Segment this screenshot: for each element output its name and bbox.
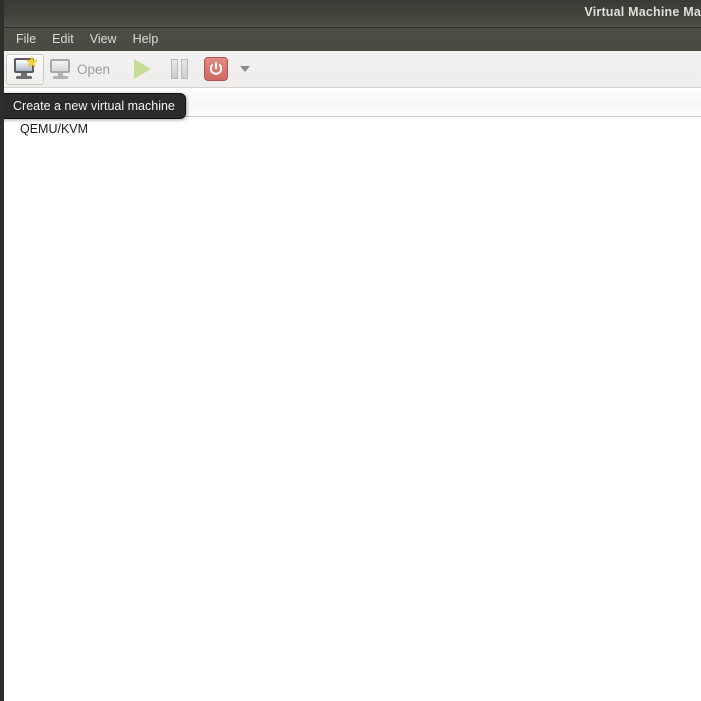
new-vm-button[interactable]: ★: [6, 53, 44, 85]
screen: Virtual Machine Ma File Edit View Help ★: [0, 0, 701, 701]
shutdown-button[interactable]: [199, 54, 233, 85]
monitor-star-icon: ★: [13, 55, 38, 80]
tooltip-text: Create a new virtual machine: [13, 99, 175, 113]
virt-manager-window: Virtual Machine Ma File Edit View Help ★: [4, 0, 701, 701]
play-icon: [134, 59, 152, 79]
window-titlebar: Virtual Machine Ma: [4, 0, 701, 28]
shutdown-menu-button[interactable]: [235, 54, 255, 85]
vm-list: Name QEMU/KVM: [4, 88, 701, 701]
list-item-label: QEMU/KVM: [20, 122, 89, 136]
run-button[interactable]: [125, 54, 160, 85]
menu-edit[interactable]: Edit: [44, 30, 82, 49]
open-button-label: Open: [77, 61, 111, 77]
monitor-icon: [50, 59, 72, 79]
menu-help[interactable]: Help: [125, 30, 167, 49]
menu-file[interactable]: File: [8, 30, 44, 49]
tooltip: Create a new virtual machine: [4, 93, 186, 119]
unity-launcher-edge: [0, 0, 4, 701]
pause-icon: [171, 59, 189, 79]
window-title: Virtual Machine Ma: [584, 5, 701, 19]
toolbar: ★ Open: [4, 51, 701, 88]
menubar: File Edit View Help: [4, 28, 701, 51]
power-icon: [204, 57, 229, 81]
open-button[interactable]: Open: [46, 54, 117, 85]
chevron-down-icon: [240, 66, 251, 72]
list-item[interactable]: QEMU/KVM: [4, 117, 701, 142]
pause-button[interactable]: [162, 54, 197, 85]
menu-view[interactable]: View: [82, 30, 125, 49]
